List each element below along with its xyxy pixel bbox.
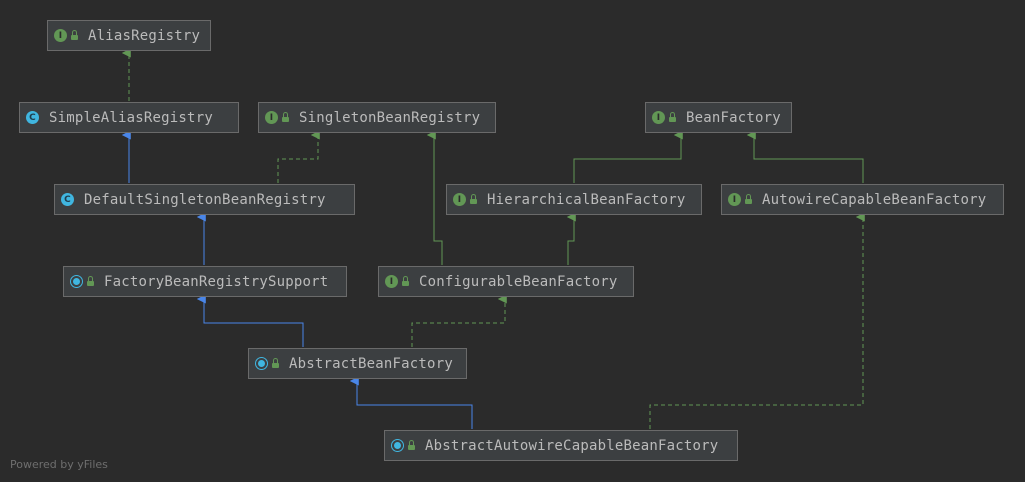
uml-diagram-edges	[121, 48, 865, 429]
abstract-class-icon	[70, 275, 83, 288]
abstract-class-icon	[391, 439, 404, 452]
edge-configurable-singletonregistry	[426, 130, 443, 265]
node-label: FactoryBeanRegistrySupport	[104, 273, 329, 290]
node-aliasregistry[interactable]: I AliasRegistry	[47, 20, 211, 51]
node-autowirecapablebeanfactory[interactable]: I AutowireCapableBeanFactory	[721, 184, 1004, 215]
lock-icon	[272, 358, 279, 368]
class-icon: C	[61, 193, 74, 206]
powered-by-footer: Powered by yFiles	[10, 458, 108, 471]
lock-icon	[87, 276, 94, 286]
node-label: SingletonBeanRegistry	[299, 109, 481, 126]
edge-defaultsingleton-singletonregistry	[277, 130, 320, 183]
lock-icon	[745, 194, 752, 204]
edge-abstractautowire-abstractbeanfactory	[349, 376, 473, 429]
node-label: HierarchicalBeanFactory	[487, 191, 686, 208]
lock-icon	[408, 440, 415, 450]
node-label: AbstractBeanFactory	[289, 355, 453, 372]
node-defaultsingletonbeanregistry[interactable]: C DefaultSingletonBeanRegistry	[54, 184, 355, 215]
node-label: AutowireCapableBeanFactory	[762, 191, 987, 208]
node-configurablebeanfactory[interactable]: I ConfigurableBeanFactory	[378, 266, 634, 297]
lock-icon	[282, 112, 289, 122]
interface-icon: I	[728, 193, 741, 206]
node-hierarchicalbeanfactory[interactable]: I HierarchicalBeanFactory	[446, 184, 702, 215]
edge-autowirecapable-beanfactory	[746, 130, 864, 183]
edge-abstractbeanfactory-configurable	[411, 294, 507, 347]
node-label: AbstractAutowireCapableBeanFactory	[425, 437, 719, 454]
lock-icon	[71, 30, 78, 40]
node-label: ConfigurableBeanFactory	[419, 273, 618, 290]
interface-icon: I	[265, 111, 278, 124]
node-label: SimpleAliasRegistry	[49, 109, 213, 126]
interface-icon: I	[453, 193, 466, 206]
class-icon: C	[26, 111, 39, 124]
edge-abstractautowire-autowirecapable	[649, 212, 865, 429]
node-abstractbeanfactory[interactable]: AbstractBeanFactory	[248, 348, 467, 379]
node-simplealiasregistry[interactable]: C SimpleAliasRegistry	[19, 102, 239, 133]
node-singletonbeanregistry[interactable]: I SingletonBeanRegistry	[258, 102, 496, 133]
interface-icon: I	[54, 29, 67, 42]
node-factorybeanregistrysupport[interactable]: FactoryBeanRegistrySupport	[63, 266, 347, 297]
node-label: BeanFactory	[686, 109, 781, 126]
node-abstractautowirecapablebeanfactory[interactable]: AbstractAutowireCapableBeanFactory	[384, 430, 738, 461]
node-beanfactory[interactable]: I BeanFactory	[645, 102, 792, 133]
interface-icon: I	[385, 275, 398, 288]
lock-icon	[402, 276, 409, 286]
edge-configurable-hierarchical	[566, 212, 576, 265]
node-label: AliasRegistry	[88, 27, 201, 44]
edge-hierarchical-beanfactory	[573, 130, 683, 183]
node-label: DefaultSingletonBeanRegistry	[84, 191, 326, 208]
lock-icon	[669, 112, 676, 122]
abstract-class-icon	[255, 357, 268, 370]
interface-icon: I	[652, 111, 665, 124]
lock-icon	[470, 194, 477, 204]
edge-abstractbeanfactory-factorybeanregistry	[196, 294, 304, 347]
